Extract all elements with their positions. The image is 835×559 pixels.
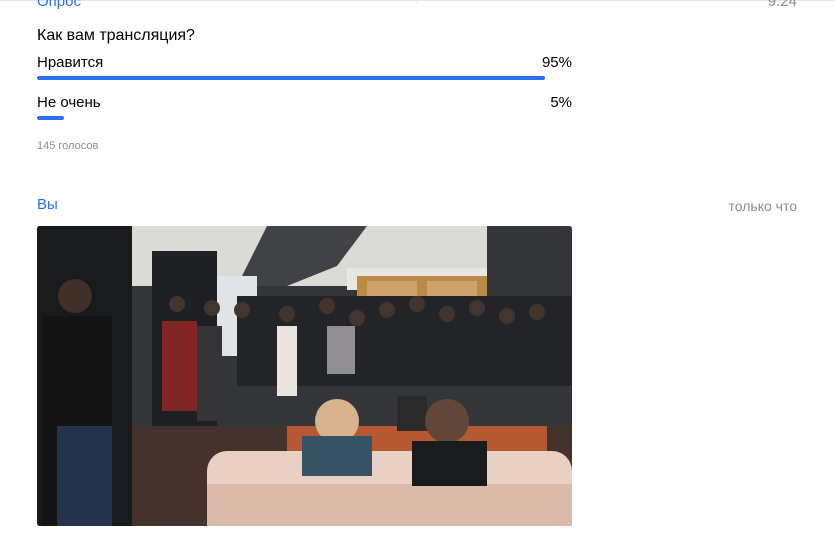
sender-name[interactable]: Вы <box>37 196 58 213</box>
poll-option-bar <box>37 116 64 120</box>
message-header: Вы только что <box>37 196 797 216</box>
poll-votes-count: 145 голосов <box>37 140 99 152</box>
poll-option-percent: 5% <box>550 94 572 111</box>
photo-image <box>37 226 572 526</box>
poll-option-label: Не очень <box>37 94 101 111</box>
previous-message-time: 9:24 <box>767 0 797 10</box>
poll-option-label: Нравится <box>37 54 104 71</box>
poll-option[interactable]: Не очень 5% <box>37 88 572 128</box>
photo-attachment[interactable] <box>37 226 572 526</box>
poll-question: Как вам трансляция? <box>37 27 195 44</box>
poll-option[interactable]: Нравится 95% <box>37 48 572 88</box>
top-separator <box>417 0 418 4</box>
poll-option-bar <box>37 76 546 80</box>
poll-option-track <box>37 76 572 80</box>
previous-sender-name[interactable]: Опрос <box>37 0 81 10</box>
poll-option-track <box>37 116 572 120</box>
message-time: только что <box>728 198 798 214</box>
poll: Как вам трансляция? Нравится 95% Не очен… <box>37 22 572 152</box>
poll-option-percent: 95% <box>541 54 572 71</box>
